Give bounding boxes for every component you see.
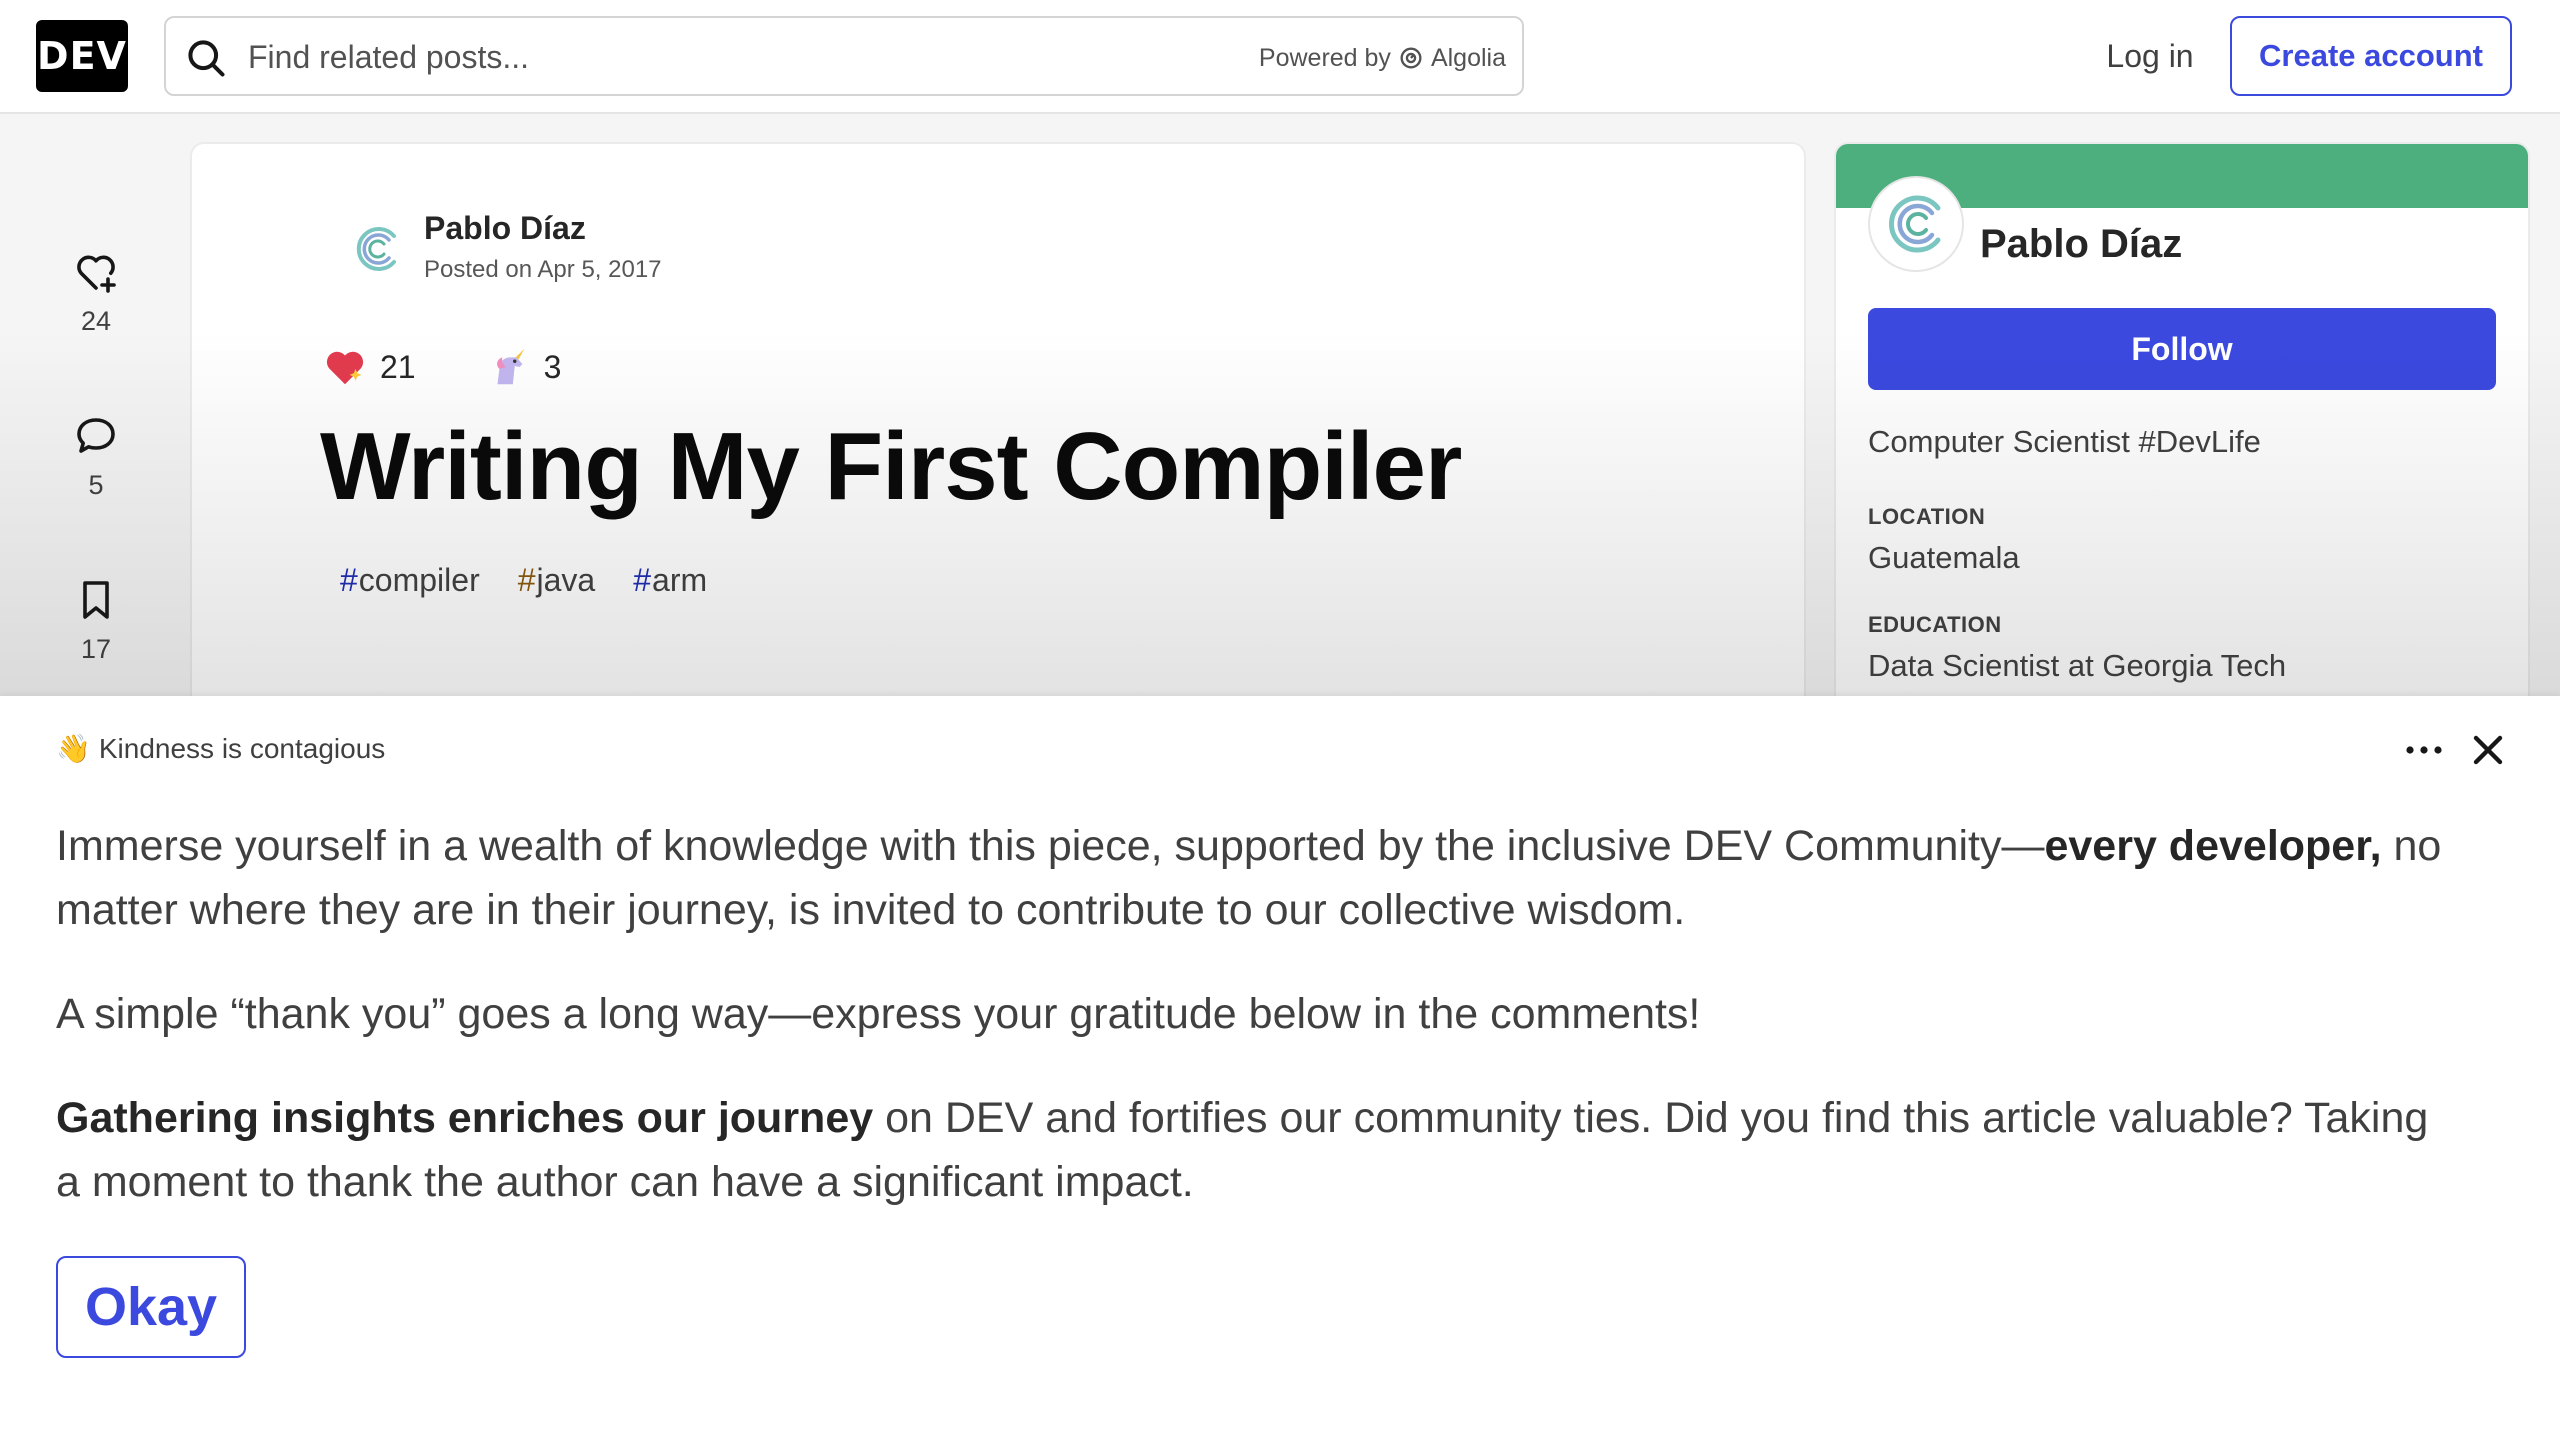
sheet-paragraph-2: A simple “thank you” goes a long way—exp… (56, 990, 1701, 1038)
search-icon[interactable] (184, 36, 228, 80)
comment-icon (77, 418, 115, 453)
algolia-attribution[interactable]: Powered by Algolia (1259, 40, 1506, 76)
sheet-eyebrow: 👋 Kindness is contagious (56, 732, 385, 765)
tag-hash-java: # (517, 562, 536, 598)
tag-java[interactable]: #java (506, 556, 608, 605)
bookmark-count: 17 (80, 634, 112, 664)
unicorn-count: 3 (543, 348, 562, 385)
kindness-prompt-sheet: 👋 Kindness is contagious Immerse yoursel… (0, 696, 2560, 1440)
article-actions-rail: 24 5 17 (0, 114, 190, 714)
login-link[interactable]: Log in (2070, 26, 2230, 86)
author-name[interactable]: Pablo Díaz (424, 210, 586, 247)
create-account-button[interactable]: Create account (2230, 16, 2512, 96)
follow-button[interactable]: Follow (1868, 308, 2496, 390)
sheet-eyebrow-label: Kindness is contagious (98, 732, 386, 764)
search-box: Powered by Algolia (164, 16, 1524, 96)
sheet-body: Immerse yourself in a wealth of knowledg… (56, 814, 2456, 1254)
profile-name[interactable]: Pablo Díaz (1980, 222, 2182, 267)
tag-arm[interactable]: #arm (621, 556, 719, 605)
tag-label-arm: arm (652, 562, 708, 598)
location-value: Guatemala (1868, 540, 2020, 575)
powered-by-label: Powered by (1258, 43, 1391, 72)
heart-plus-icon (77, 255, 116, 293)
unicorn-icon (496, 348, 524, 385)
tag-label-java: java (536, 562, 596, 598)
more-options-icon[interactable] (2400, 726, 2448, 774)
p3-bold: Gathering insights enriches our journey (56, 1094, 874, 1142)
reactions-summary: 21 3 (322, 344, 561, 390)
sparkle-heart-count: 21 (380, 348, 416, 385)
location-label: LOCATION (1868, 504, 1986, 529)
like-button[interactable]: 24 (40, 248, 152, 337)
tag-compiler[interactable]: #compiler (328, 556, 492, 605)
waving-hand-icon: 👋 (56, 733, 91, 764)
comment-count: 5 (88, 470, 104, 500)
sheet-paragraph-3: Gathering insights enriches our journey … (56, 1086, 2456, 1214)
bookmark-icon (83, 581, 109, 619)
posted-date: Posted on Apr 5, 2017 (424, 256, 662, 283)
p1-text-a: Immerse yourself in a wealth of knowledg… (56, 822, 2045, 870)
profile-avatar-image (1870, 178, 1962, 270)
close-icon[interactable] (2464, 726, 2512, 774)
comment-button[interactable]: 5 (40, 412, 152, 501)
article-title: Writing My First Compiler (320, 413, 1462, 520)
unicorn-reaction[interactable]: 3 (486, 344, 562, 390)
education-label: EDUCATION (1868, 612, 2002, 637)
algolia-icon (1400, 47, 1422, 69)
okay-button[interactable]: Okay (56, 1256, 246, 1358)
top-header: DEV Powered by Algolia Log in Create acc… (0, 0, 2560, 114)
tag-list: #compiler #java #arm (328, 556, 719, 605)
algolia-label: Algolia (1430, 43, 1506, 72)
profile-avatar[interactable] (1868, 176, 1964, 272)
sparkle-heart-reaction[interactable]: 21 (322, 344, 416, 390)
tag-hash-compiler: # (340, 562, 358, 598)
tag-label-compiler: compiler (358, 562, 480, 598)
bookmark-button[interactable]: 17 (40, 576, 152, 665)
author-avatar[interactable] (342, 214, 412, 284)
sheet-paragraph-1: Immerse yourself in a wealth of knowledg… (56, 814, 2456, 942)
sparkle-heart-icon (326, 351, 364, 385)
search-input[interactable] (248, 30, 1248, 84)
p1-bold: every developer, (2044, 822, 2382, 870)
tag-hash-arm: # (633, 562, 652, 598)
like-count: 24 (80, 306, 112, 336)
dev-logo[interactable]: DEV (36, 20, 128, 92)
education-value: Data Scientist at Georgia Tech (1868, 648, 2287, 683)
profile-summary: Computer Scientist #DevLife (1868, 424, 2261, 459)
